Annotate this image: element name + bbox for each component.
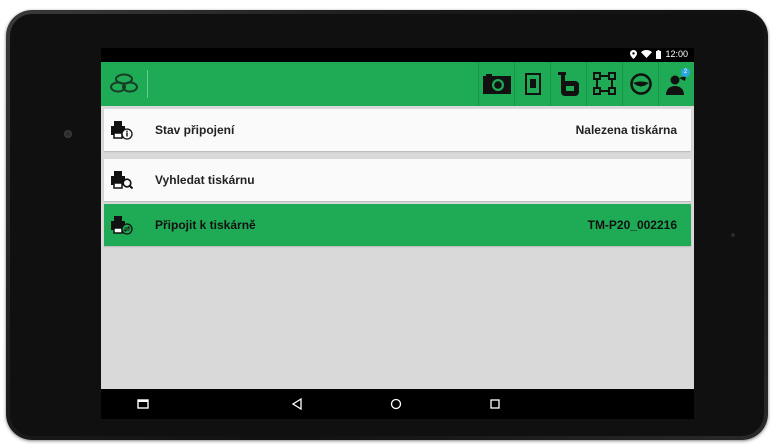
grid-button[interactable] [586,62,622,106]
overview-icon[interactable] [488,397,502,411]
app-bar: 2 [101,62,694,106]
sensor-dot [731,233,735,237]
row-connect-printer[interactable]: Připojit k tiskárně TM-P20_002216 [104,204,691,246]
status-time: 12:00 [665,49,688,59]
user-messages-button[interactable]: 2 [658,62,694,106]
back-icon[interactable] [290,397,304,411]
printer-info-icon [111,121,133,140]
logo-divider [147,70,148,98]
row-value: TM-P20_002216 [587,218,677,232]
battery-icon [656,49,662,59]
document-button[interactable] [514,62,550,106]
row-label: Stav připojení [155,123,235,137]
screen: 12:00 2 Stav připojení Nalezena tiskárna… [101,48,694,419]
home-icon[interactable] [389,397,403,411]
status-bar: 12:00 [101,48,694,62]
steering-button[interactable] [622,62,658,106]
row-label: Připojit k tiskárně [155,218,256,232]
document-icon [524,73,541,95]
row-value: Nalezena tiskárna [575,123,677,137]
navigation-bar [101,389,694,419]
tachograph-icon [557,72,579,96]
steering-wheel-icon [629,73,652,95]
printer-search-icon [111,171,133,190]
camera-button[interactable] [478,62,514,106]
grid-icon [592,72,616,95]
row-label: Vyhledat tiskárnu [155,173,255,187]
camera-icon [482,74,511,94]
app-logo[interactable] [109,70,139,98]
messages-badge: 2 [681,68,690,77]
tachograph-button[interactable] [550,62,586,106]
row-search-printer[interactable]: Vyhledat tiskárnu [104,159,691,201]
front-camera [64,130,72,138]
location-icon [630,49,638,59]
wifi-icon [641,50,653,58]
recent-apps-icon[interactable] [136,397,150,411]
row-connection-status[interactable]: Stav připojení Nalezena tiskárna [104,109,691,151]
printer-connect-icon [111,216,133,235]
toolbar: 2 [478,62,694,106]
